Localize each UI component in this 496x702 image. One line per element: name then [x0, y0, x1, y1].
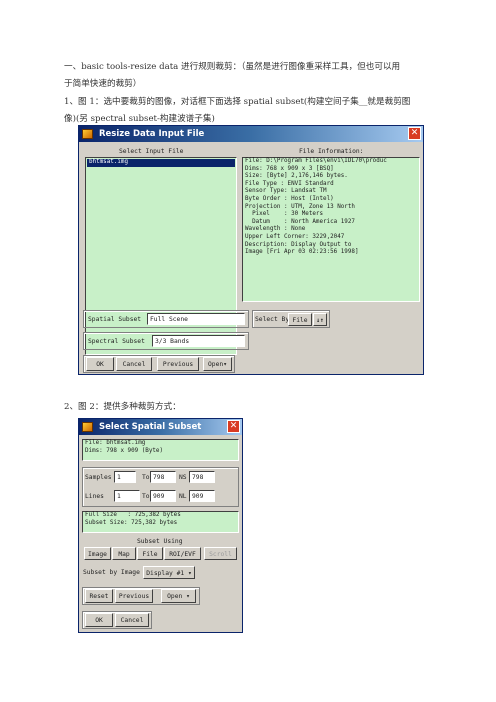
file-info-line: Pixel : 30 Meters: [245, 211, 324, 218]
file-info-box: File: bhtmsat.img Dims: 798 x 909 (Byte): [82, 439, 239, 461]
cancel-button[interactable]: Cancel: [116, 357, 152, 371]
full-size-line: Full Size : 725,382 bytes: [85, 512, 181, 518]
intro-line-1: 一、basic tools-resize data 进行规则裁剪：（虽然是进行图…: [64, 62, 401, 72]
file-information-header: File Information:: [299, 148, 364, 155]
dialog-title: Resize Data Input File: [99, 129, 205, 139]
cancel-button[interactable]: Cancel: [115, 613, 149, 627]
file-info-line: Datum : North America 1927: [245, 218, 355, 225]
open-label: Open: [167, 593, 183, 600]
lines-from-field[interactable]: 1: [114, 490, 140, 502]
dialog-titlebar[interactable]: Resize Data Input File ✕: [79, 126, 423, 142]
subset-roi-button[interactable]: ROI/EVF: [164, 547, 201, 560]
ok-button[interactable]: OK: [86, 357, 114, 371]
app-icon: [82, 422, 93, 432]
select-input-file-header: Select Input File: [119, 148, 184, 155]
lines-to-label: To: [142, 493, 150, 500]
ok-button[interactable]: OK: [85, 613, 113, 627]
file-info-line: Dims: 768 x 909 x 3 [BSQ]: [245, 165, 334, 172]
step2-line: 2、图 2：提供多种裁剪方式：: [64, 402, 181, 412]
file-info-line: Image [Fri Apr 03 02:23:56 1998]: [245, 249, 359, 256]
step1-line-1: 1、图 1：选中要裁剪的图像，对话框下面选择 spatial subset(构建…: [64, 97, 411, 107]
resize-data-input-dialog: Resize Data Input File ✕ Select Input Fi…: [78, 125, 424, 375]
spatial-subset-button[interactable]: Spatial Subset: [88, 314, 141, 325]
size-info-box: Full Size : 725,382 bytes Subset Size: 7…: [82, 511, 239, 533]
samples-label: Samples: [85, 474, 112, 481]
previous-button[interactable]: Previous: [115, 589, 153, 603]
sort-icon[interactable]: ↓↑: [313, 313, 327, 326]
spectral-subset-button[interactable]: Spectral Subset: [88, 336, 145, 347]
file-name-line: File: bhtmsat.img: [85, 440, 146, 446]
file-info-line: Size: [Byte] 2,176,146 bytes.: [245, 173, 348, 180]
input-file-item[interactable]: bhtmsat.img: [87, 159, 235, 167]
lines-to-field[interactable]: 909: [150, 490, 176, 502]
file-info-line: Upper Left Corner: 3229,2047: [245, 233, 345, 240]
subset-map-button[interactable]: Map: [112, 547, 136, 560]
ns-field[interactable]: 798: [189, 471, 215, 483]
previous-button[interactable]: Previous: [157, 357, 199, 371]
file-info-line: Description: Display Output to: [245, 241, 352, 248]
file-info-line: File Type : ENVI Standard: [245, 180, 334, 187]
subset-file-button[interactable]: File: [137, 547, 163, 560]
nl-field[interactable]: 909: [189, 490, 215, 502]
lines-label: Lines: [85, 493, 104, 500]
subset-using-label: Subset Using: [137, 538, 183, 545]
subset-by-image-value: Display #1: [146, 570, 185, 577]
samples-to-label: To: [142, 474, 150, 481]
subset-size-line: Subset Size: 725,382 bytes: [85, 519, 178, 526]
file-info-line: Projection : UTM, Zone 13 North: [245, 203, 355, 210]
select-spatial-subset-dialog: Select Spatial Subset ✕ File: bhtmsat.im…: [78, 418, 243, 633]
spatial-subset-field: Full Scene: [147, 313, 245, 325]
dialog2-title: Select Spatial Subset: [99, 422, 202, 432]
open-dropdown[interactable]: Open ▾: [161, 589, 196, 603]
file-info-line: Sensor Type: Landsat TM: [245, 188, 327, 195]
intro-line-2: 于简单快速的裁剪）: [64, 79, 142, 89]
dropdown-arrow-icon: ▾: [187, 570, 192, 577]
subset-by-image-label: Subset by Image: [83, 569, 140, 576]
dims-line: Dims: 798 x 909 (Byte): [85, 447, 164, 454]
samples-to-field[interactable]: 798: [150, 471, 176, 483]
ns-label: NS: [179, 474, 187, 481]
file-information-panel: File: D:\Program Files\envi\IDL70\produc…: [242, 157, 420, 302]
file-info-line: File: D:\Program Files\envi\IDL70\produc: [245, 158, 387, 164]
dropdown-arrow-icon: ▾: [223, 361, 227, 368]
spectral-subset-field: 3/3 Bands: [152, 335, 245, 347]
select-by-file-button[interactable]: File: [288, 313, 312, 326]
close-icon[interactable]: ✕: [227, 420, 240, 433]
samples-from-field[interactable]: 1: [114, 471, 136, 483]
open-label: Open: [208, 361, 224, 368]
select-by-label: Select By: [255, 316, 290, 323]
file-info-line: Wavelength : None: [245, 226, 306, 233]
close-icon[interactable]: ✕: [408, 127, 421, 140]
reset-button[interactable]: Reset: [85, 589, 113, 603]
open-dropdown[interactable]: Open▾: [203, 357, 232, 371]
dropdown-arrow-icon: ▾: [186, 593, 190, 600]
app-icon: [82, 129, 93, 139]
nl-label: NL: [179, 493, 187, 500]
file-info-line: Byte Order : Host (Intel): [245, 195, 334, 202]
subset-scroll-button: Scroll: [204, 547, 237, 560]
subset-by-image-dropdown[interactable]: Display #1 ▾: [143, 566, 195, 579]
subset-image-button[interactable]: Image: [84, 547, 111, 560]
dialog2-titlebar[interactable]: Select Spatial Subset ✕: [79, 419, 242, 435]
